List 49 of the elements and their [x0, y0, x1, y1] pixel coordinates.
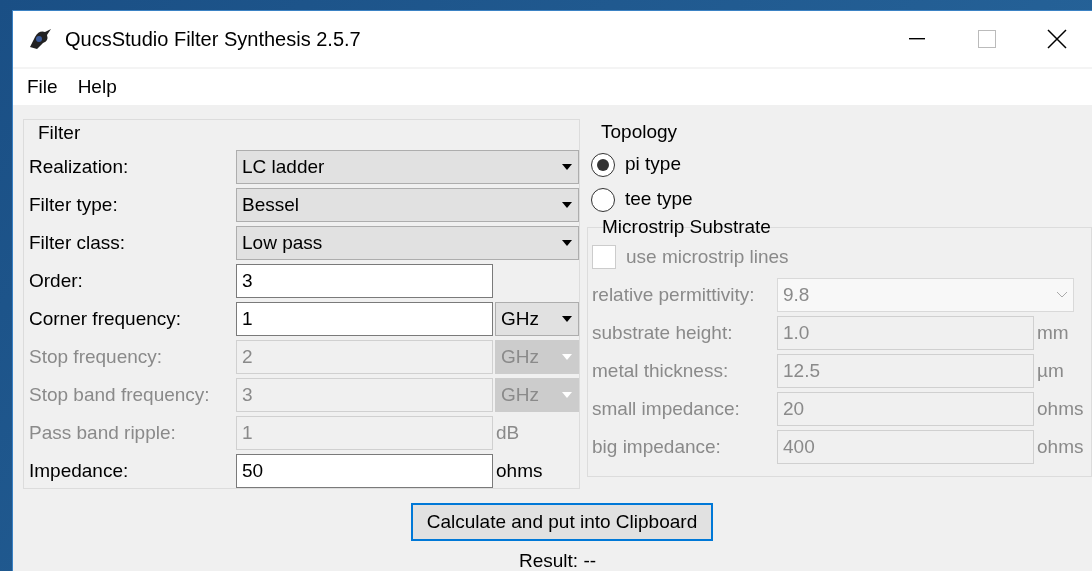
radio-label: tee type	[625, 187, 693, 212]
radio-button[interactable]	[591, 152, 615, 177]
field-label: relative permittivity:	[592, 282, 756, 307]
unit-label: µm	[1037, 358, 1064, 383]
field-label: Stop frequency:	[29, 344, 164, 369]
checkbox-label: use microstrip lines	[626, 244, 789, 269]
unit-dropdown[interactable]: GHz	[495, 302, 579, 336]
field-label: Impedance:	[29, 458, 130, 483]
field-label: small impedance:	[592, 396, 741, 421]
group-title: Topology	[600, 120, 679, 144]
field-label: metal thickness:	[592, 358, 730, 383]
radio-button[interactable]	[591, 187, 615, 212]
unit-label: ohms	[496, 458, 543, 483]
field-label: Pass band ripple:	[29, 420, 177, 445]
dropdown[interactable]: LC ladder	[236, 150, 579, 184]
unit-label: mm	[1037, 320, 1069, 345]
minimize-icon[interactable]	[909, 38, 925, 40]
field-label: Realization:	[29, 154, 130, 179]
group-title: Filter	[37, 121, 82, 145]
dropdown-arrow-icon	[561, 391, 573, 399]
dropdown[interactable]: Bessel	[236, 188, 579, 222]
input-field[interactable]: 1	[236, 302, 493, 336]
field-label: Corner frequency:	[29, 306, 183, 331]
close-icon[interactable]	[1047, 29, 1067, 49]
dropdown-arrow-icon	[561, 163, 573, 171]
unit-label: ohms	[1037, 396, 1084, 421]
input-field[interactable]: 3	[236, 264, 493, 298]
window-title: QucsStudio Filter Synthesis 2.5.7	[65, 27, 362, 52]
dropdown-arrow-icon	[561, 353, 573, 361]
field-label: Stop band frequency:	[29, 382, 211, 407]
unit-label: ohms	[1037, 434, 1084, 459]
input-field[interactable]: 50	[236, 454, 493, 488]
menu-item[interactable]: Help	[77, 72, 117, 102]
field-label: big impedance:	[592, 434, 722, 459]
dropdown[interactable]: Low pass	[236, 226, 579, 260]
unit-label: dB	[496, 420, 520, 445]
result-text: Result: --	[519, 550, 597, 571]
field-label: Filter type:	[29, 192, 119, 217]
dropdown-arrow-icon	[561, 239, 573, 247]
calculate-button[interactable]: Calculate and put into Clipboard	[411, 503, 713, 541]
field-label: Filter class:	[29, 230, 127, 255]
dropdown-arrow-icon	[561, 201, 573, 209]
radio-label: pi type	[625, 152, 681, 177]
dropdown-arrow-icon	[561, 315, 573, 323]
app-logo-icon	[27, 27, 53, 51]
field-label: substrate height:	[592, 320, 734, 345]
menu-item[interactable]: File	[27, 72, 58, 102]
group-title: Microstrip Substrate	[601, 215, 772, 239]
field-label: Order:	[29, 268, 84, 293]
